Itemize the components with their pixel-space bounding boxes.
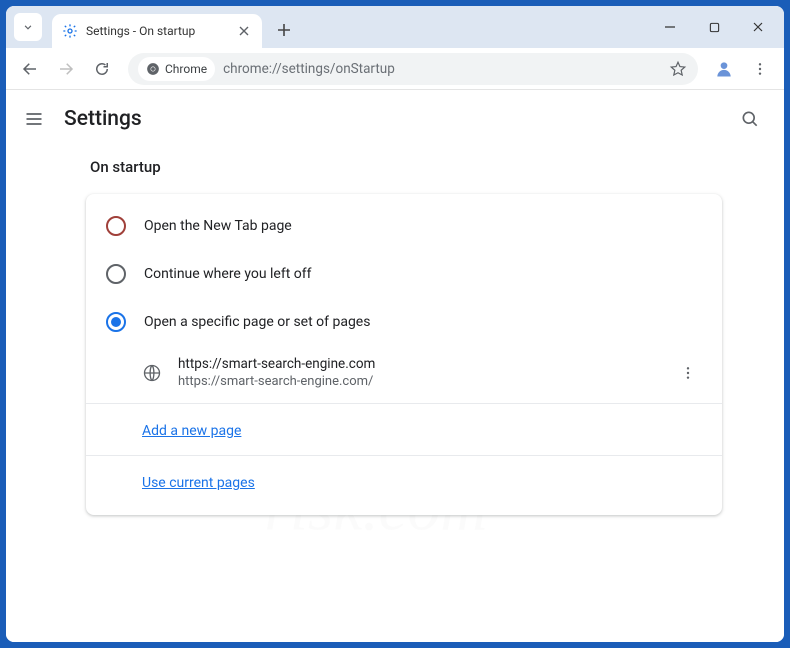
page-title-text: https://smart-search-engine.com [178,356,658,372]
menu-toggle-button[interactable] [22,107,46,131]
maximize-button[interactable] [694,12,734,42]
plus-icon [277,23,291,37]
url-text: chrome://settings/onStartup [223,61,660,77]
option-label: Open a specific page or set of pages [144,314,370,330]
minimize-icon [664,21,676,33]
maximize-icon [709,22,720,33]
option-label: Open the New Tab page [144,218,292,234]
option-continue[interactable]: Continue where you left off [86,250,722,298]
tab-strip: Settings - On startup [6,6,784,48]
search-settings-button[interactable] [732,101,768,137]
page-url-text: https://smart-search-engine.com/ [178,374,658,389]
globe-icon [142,363,162,383]
use-current-pages-link[interactable]: Use current pages [142,475,255,491]
arrow-left-icon [21,60,39,78]
page-entry-menu-button[interactable] [674,359,702,387]
close-icon [239,26,249,36]
startup-options-card: Open the New Tab page Continue where you… [86,194,722,515]
settings-gear-icon [62,23,78,39]
window-controls [650,6,778,48]
kebab-icon [752,61,768,77]
minimize-button[interactable] [650,12,690,42]
reload-button[interactable] [86,53,118,85]
tab-close-button[interactable] [236,23,252,39]
avatar-icon [714,59,734,79]
arrow-right-icon [57,60,75,78]
option-new-tab[interactable]: Open the New Tab page [86,202,722,250]
settings-body: On startup Open the New Tab page Continu… [6,148,784,515]
section-title: On startup [86,158,736,176]
new-tab-button[interactable] [270,16,298,44]
add-page-row: Add a new page [86,404,722,456]
close-icon [752,21,764,33]
radio-button[interactable] [106,312,126,332]
option-specific-pages[interactable]: Open a specific page or set of pages [86,298,722,346]
settings-header: Settings [6,90,784,148]
option-label: Continue where you left off [144,266,312,282]
add-page-link[interactable]: Add a new page [142,423,241,439]
star-icon [669,60,687,78]
chip-label: Chrome [165,62,207,76]
content-area: risk.com Settings On startup Open the Ne… [6,90,784,642]
browser-window: Settings - On startup [6,6,784,642]
page-title: Settings [64,107,142,131]
radio-button[interactable] [106,264,126,284]
back-button[interactable] [14,53,46,85]
kebab-icon [680,365,696,381]
reload-icon [93,60,111,78]
tab-search-button[interactable] [14,13,42,41]
close-window-button[interactable] [738,12,778,42]
active-tab[interactable]: Settings - On startup [52,14,262,48]
chrome-logo-icon [146,62,160,76]
bookmark-button[interactable] [668,59,688,79]
toolbar: Chrome chrome://settings/onStartup [6,48,784,90]
radio-button[interactable] [106,216,126,236]
tab-title: Settings - On startup [86,24,228,38]
search-icon [740,109,760,129]
chevron-down-icon [21,20,35,34]
startup-page-entry: https://smart-search-engine.com https://… [86,346,722,404]
address-bar[interactable]: Chrome chrome://settings/onStartup [128,53,698,85]
profile-button[interactable] [708,53,740,85]
use-current-row: Use current pages [86,456,722,507]
hamburger-icon [24,109,44,129]
site-info-chip[interactable]: Chrome [138,57,215,81]
browser-menu-button[interactable] [744,53,776,85]
forward-button[interactable] [50,53,82,85]
